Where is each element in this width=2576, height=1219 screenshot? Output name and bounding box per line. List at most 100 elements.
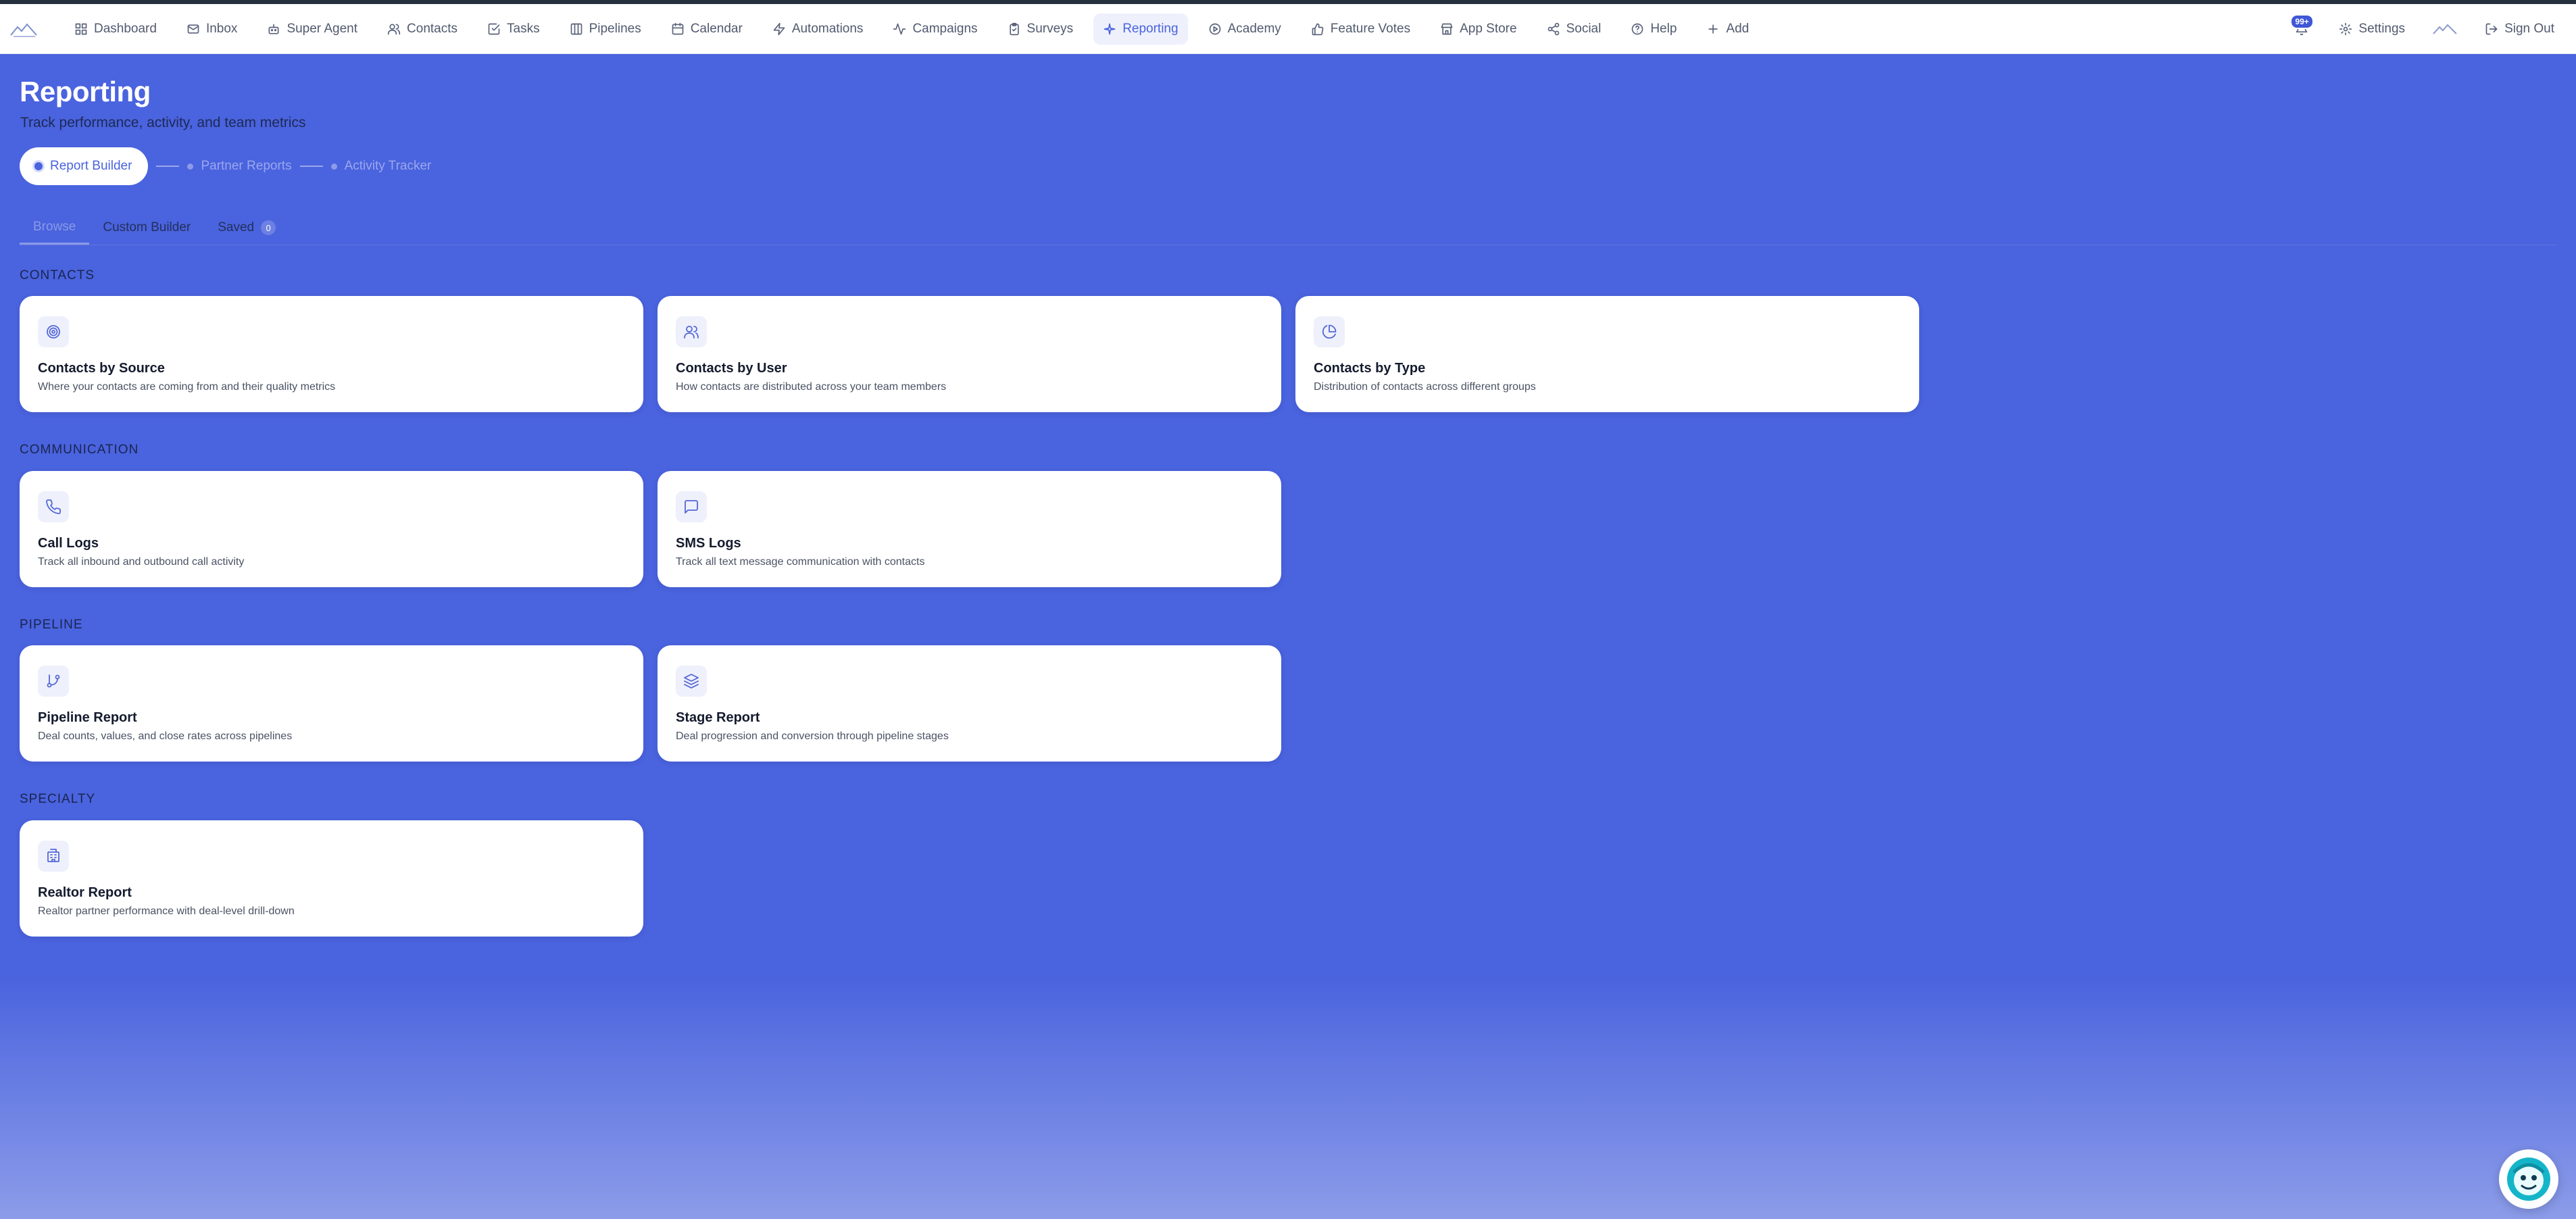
grid-icon [75, 23, 87, 35]
nav-item-add[interactable]: Add [1697, 14, 1758, 45]
card-title: Contacts by Type [1314, 361, 1426, 376]
tab-browse[interactable]: Browse [20, 211, 90, 245]
git-branch-icon [47, 674, 60, 688]
card-title: Stage Report [676, 710, 760, 725]
nav-item-academy[interactable]: Academy [1199, 14, 1291, 45]
brand-logo[interactable] [9, 19, 38, 39]
settings-button[interactable]: Settings [2329, 14, 2414, 45]
page-title: Reporting [20, 76, 151, 107]
report-card-call-logs[interactable]: Call Logs Track all inbound and outbound… [20, 471, 643, 587]
account-logo[interactable] [2432, 21, 2458, 37]
nav-item-pipelines[interactable]: Pipelines [560, 14, 651, 45]
nav-item-reporting[interactable]: Reporting [1093, 14, 1188, 45]
step-connector [299, 166, 323, 167]
nav-item-social[interactable]: Social [1537, 14, 1611, 45]
nav-item-automations[interactable]: Automations [763, 14, 873, 45]
log-out-icon [2485, 23, 2498, 35]
check-square-icon [488, 23, 500, 35]
users-icon [684, 326, 699, 339]
card-icon-wrap [1314, 316, 1345, 347]
card-icon-wrap [38, 491, 69, 522]
plus-icon [1708, 24, 1718, 34]
nav-item-app-store[interactable]: App Store [1431, 14, 1527, 45]
nav-item-surveys[interactable]: Surveys [998, 14, 1083, 45]
step-report-builder[interactable]: Report Builder [20, 147, 149, 185]
thumbs-up-icon [1312, 23, 1324, 36]
users-icon [387, 24, 401, 35]
mail-icon [187, 24, 199, 34]
nav-item-label: Super Agent [287, 22, 358, 36]
zap-icon [773, 22, 785, 36]
nav-item-label: Campaigns [912, 22, 978, 36]
gear-icon [2339, 22, 2352, 36]
card-description: Deal progression and conversion through … [676, 730, 949, 742]
step-partner-reports[interactable]: Partner Reports [187, 159, 292, 174]
card-title: Contacts by User [676, 361, 787, 376]
card-title: SMS Logs [676, 536, 741, 551]
nav-item-contacts[interactable]: Contacts [378, 14, 467, 45]
section-label-pipeline: PIPELINE [20, 618, 83, 632]
settings-label: Settings [2358, 22, 2406, 36]
play-circle-icon [1209, 23, 1220, 35]
nav-item-calendar[interactable]: Calendar [662, 14, 752, 45]
report-card-contacts-by-source[interactable]: Contacts by Source Where your contacts a… [20, 296, 643, 412]
nav-item-label: App Store [1460, 22, 1517, 36]
card-description: How contacts are distributed across your… [676, 381, 947, 393]
tab-label: Custom Builder [103, 220, 191, 234]
nav-item-campaigns[interactable]: Campaigns [883, 14, 987, 45]
report-card-sms-logs[interactable]: SMS Logs Track all text message communic… [658, 471, 1281, 587]
step-dot [330, 163, 337, 170]
tab-custom-builder[interactable]: Custom Builder [89, 211, 204, 245]
section-label-specialty: SPECIALTY [20, 792, 96, 806]
nav-item-label: Social [1566, 22, 1602, 36]
card-icon-wrap [38, 316, 69, 347]
card-title: Pipeline Report [38, 710, 137, 725]
report-card-realtor-report[interactable]: Realtor Report Realtor partner performan… [20, 820, 643, 937]
report-card-contacts-by-user[interactable]: Contacts by User How contacts are distri… [658, 296, 1281, 412]
nav-item-label: Automations [791, 22, 864, 36]
step-active-dot [34, 162, 43, 170]
nav-right-group: 99+ Settings Sign Out [2290, 4, 2564, 54]
calendar-icon [672, 22, 684, 35]
bot-icon [268, 24, 279, 34]
nav-menu: Dashboard Inbox Super Agent Contacts Tas… [65, 4, 1758, 54]
nav-item-inbox[interactable]: Inbox [177, 14, 247, 45]
sign-out-button[interactable]: Sign Out [2475, 14, 2564, 45]
tab-saved[interactable]: Saved 0 [204, 211, 289, 245]
card-description: Where your contacts are coming from and … [38, 381, 336, 393]
report-card-contacts-by-type[interactable]: Contacts by Type Distribution of contact… [1295, 296, 1919, 412]
nav-item-label: Reporting [1122, 22, 1179, 36]
nav-item-label: Contacts [407, 22, 458, 36]
nav-item-label: Surveys [1026, 22, 1074, 36]
target-icon [47, 325, 60, 339]
nav-item-tasks[interactable]: Tasks [478, 14, 549, 45]
step-dot [187, 163, 194, 170]
nav-item-dashboard[interactable]: Dashboard [65, 14, 166, 45]
step-activity-tracker[interactable]: Activity Tracker [330, 159, 432, 174]
card-title: Call Logs [38, 536, 99, 551]
nav-item-label: Feature Votes [1330, 22, 1411, 36]
step-label: Partner Reports [201, 159, 292, 173]
nav-item-label: Calendar [690, 22, 743, 36]
report-card-stage-report[interactable]: Stage Report Deal progression and conver… [658, 645, 1281, 762]
nav-item-label: Add [1726, 22, 1750, 36]
nav-item-feature-votes[interactable]: Feature Votes [1302, 14, 1420, 45]
building-icon [47, 849, 59, 862]
step-label: Activity Tracker [344, 159, 432, 173]
chat-assistant-button[interactable] [2499, 1149, 2558, 1209]
pie-chart-icon [1322, 324, 1337, 339]
top-navbar: Dashboard Inbox Super Agent Contacts Tas… [0, 4, 2576, 54]
activity-icon [893, 23, 906, 35]
card-description: Deal counts, values, and close rates acr… [38, 730, 293, 742]
report-card-pipeline-report[interactable]: Pipeline Report Deal counts, values, and… [20, 645, 643, 762]
clipboard-icon [1009, 22, 1019, 36]
nav-item-label: Dashboard [94, 22, 157, 36]
notifications-button[interactable]: 99+ [2290, 14, 2314, 43]
card-description: Track all inbound and outbound call acti… [38, 556, 245, 568]
nav-item-label: Help [1650, 22, 1677, 36]
card-icon-wrap [676, 316, 707, 347]
nav-item-help[interactable]: Help [1621, 14, 1686, 45]
nav-item-label: Academy [1227, 22, 1281, 36]
nav-item-super-agent[interactable]: Super Agent [257, 14, 367, 45]
section-label-communication: COMMUNICATION [20, 443, 139, 457]
